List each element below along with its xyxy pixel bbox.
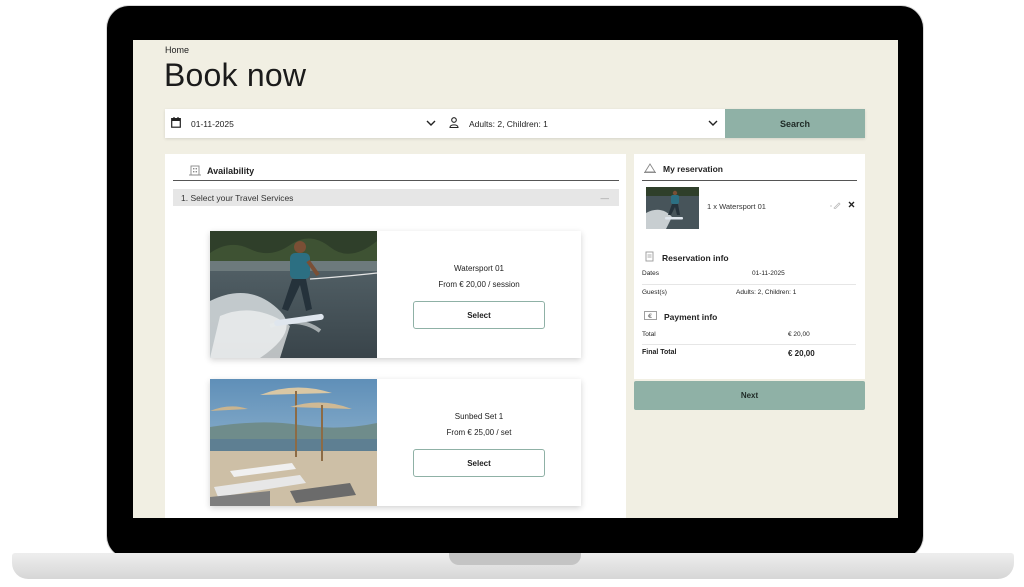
hotel-icon [189,165,201,178]
browser-screen: Home Book now 01-11-2025 Adults: 2, Chil… [133,40,898,518]
guests-label: Guest(s) [642,289,667,296]
reservation-title: My reservation [663,164,723,174]
collapse-icon[interactable]: — [601,193,610,203]
service-name: Sunbed Set 1 [454,412,504,421]
service-price: From € 25,00 / set [446,428,512,437]
chevron-down-icon[interactable] [708,115,718,129]
reservation-item-text: 1 x Watersport 01 [707,202,766,211]
pencil-icon[interactable] [830,202,841,211]
availability-title: Availability [207,166,255,176]
date-picker[interactable]: 01-11-2025 [171,109,441,138]
euro-icon: € [644,311,657,322]
reservation-item-thumbnail [646,187,699,229]
availability-panel: Availability 1. Select your Travel Servi… [165,154,626,518]
row-divider [642,344,856,345]
service-name: Watersport 01 [454,264,504,273]
calendar-icon [171,117,184,130]
watersport-photo [210,231,377,358]
select-button[interactable]: Select [413,301,545,329]
page-title: Book now [164,57,307,93]
dates-value: 01-11-2025 [752,270,785,277]
guests-row: Guest(s) Adults: 2, Children: 1 [642,289,856,296]
sunbed-photo [210,379,377,506]
total-value: € 20,00 [788,331,810,338]
dates-label: Dates [642,270,659,277]
search-button[interactable]: Search [725,109,865,138]
search-bar: 01-11-2025 Adults: 2, Children: 1 Search [165,109,865,138]
final-total-row: Final Total € 20,00 [642,349,856,358]
guests-picker[interactable]: Adults: 2, Children: 1 [449,109,721,138]
dates-row: Dates 01-11-2025 [642,270,856,277]
person-icon [449,117,461,130]
reservation-icon [644,163,656,175]
availability-header: Availability [173,162,619,181]
chevron-down-icon[interactable] [426,115,436,129]
guests-value: Adults: 2, Children: 1 [736,289,797,296]
select-button[interactable]: Select [413,449,545,477]
reservation-info-header: Reservation info [644,251,729,264]
service-card-info: Watersport 01 From € 20,00 / session Sel… [377,231,581,358]
service-price: From € 20,00 / session [438,280,520,289]
info-document-icon [644,251,655,264]
svg-text:€: € [647,313,652,320]
reservation-panel: My reservation 1 x Watersport 01 Reserva… [634,154,865,379]
reservation-divider [642,180,857,181]
payment-info-header: € Payment info [644,311,717,322]
reservation-header: My reservation [644,163,723,175]
close-icon[interactable] [848,200,855,210]
row-divider [642,284,856,285]
guests-value: Adults: 2, Children: 1 [469,118,548,129]
next-button[interactable]: Next [634,381,865,410]
service-card-info: Sunbed Set 1 From € 25,00 / set Select [377,379,581,506]
service-card: Watersport 01 From € 20,00 / session Sel… [210,231,581,358]
date-value: 01-11-2025 [191,118,234,129]
reservation-info-title: Reservation info [662,252,729,263]
service-card: Sunbed Set 1 From € 25,00 / set Select [210,379,581,506]
total-label: Total [642,331,656,338]
laptop-notch [449,553,581,565]
step-label: 1. Select your Travel Services [181,192,294,203]
total-row: Total € 20,00 [642,331,856,338]
step-accordion[interactable]: 1. Select your Travel Services — [173,189,619,206]
breadcrumb[interactable]: Home [165,45,189,55]
payment-info-title: Payment info [664,311,718,322]
final-total-label: Final Total [642,349,677,356]
final-total-value: € 20,00 [788,349,815,358]
